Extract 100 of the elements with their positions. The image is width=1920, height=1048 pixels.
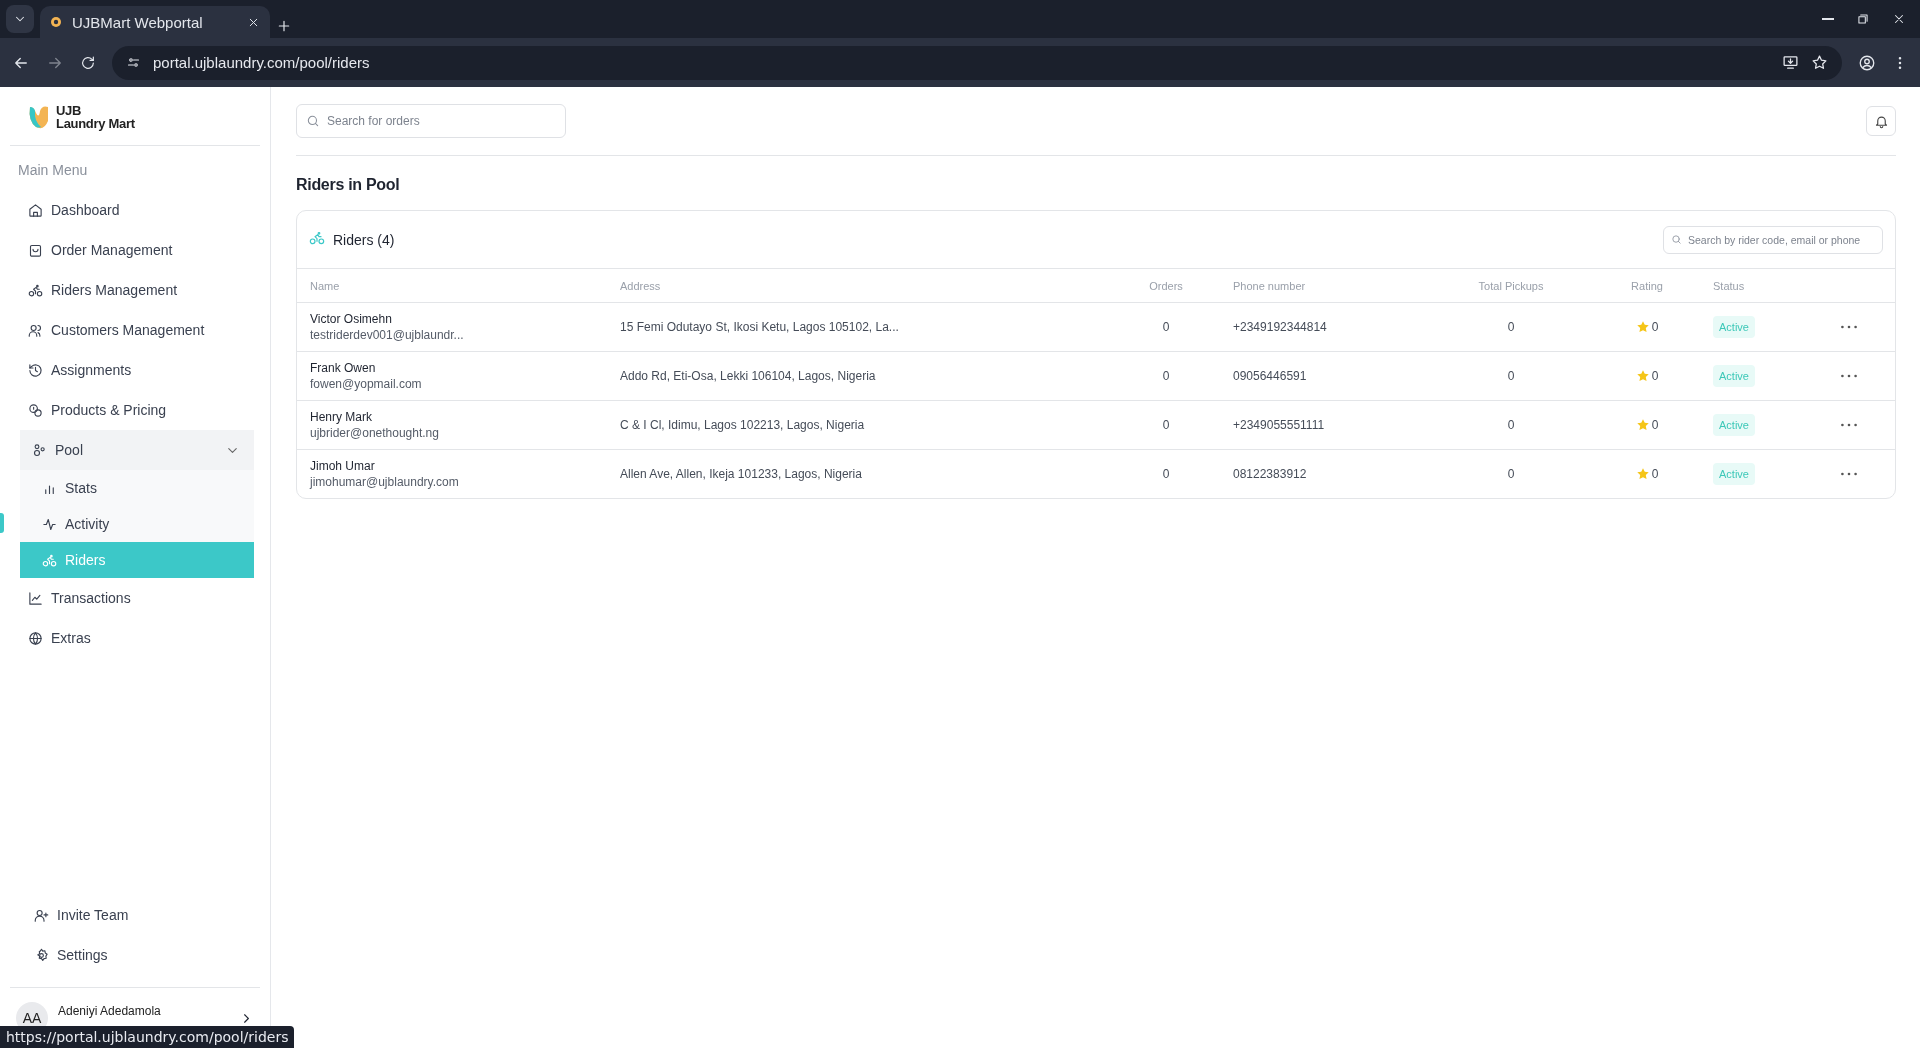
more-button[interactable] [1839,421,1859,429]
star-icon [1635,320,1650,334]
sidebar-item[interactable]: Pool [20,430,254,470]
rating-value: 0 [1651,467,1659,481]
column-header: Name [310,279,340,292]
rider-email: testriderdev001@ujblaundr... [310,328,464,342]
sidebar-subitem[interactable]: Stats [20,470,254,506]
rider-name: Henry Mark [310,410,372,424]
users-icon [28,322,43,338]
restore-icon [1856,12,1870,26]
column-header: Address [620,279,661,292]
sidebar-item[interactable]: Transactions [10,578,260,618]
sidebar-item[interactable]: Assignments [10,350,260,390]
table-cell: C & I Cl, Idimu, Lagos 102213, Lagos, Nigeria [620,418,865,432]
table-cell: 0 [1162,369,1170,383]
table-cell: +2349192344814 [1233,320,1327,334]
bicycle-icon [28,282,43,298]
tab-title: UJBMart Webportal [72,13,204,31]
pulse-icon [42,516,57,532]
column-header: Rating [1631,279,1663,292]
more-icon [1841,374,1857,378]
settings-icon [34,947,49,963]
rider-name: Jimoh Umar [310,459,375,473]
close-icon [1892,12,1906,26]
home-icon [28,202,43,218]
page-title: Riders in Pool [296,176,401,194]
bicycle-icon [42,552,57,568]
more-button[interactable] [1839,372,1859,380]
star-icon [1635,369,1650,383]
more-icon [1841,472,1857,476]
table-cell: 0 [1507,467,1515,481]
table-cell: 0 [1507,418,1515,432]
rider-email: jimohumar@ujblaundry.com [310,475,459,489]
search-field[interactable]: Search by rider code, email or phone [1663,225,1883,254]
more-icon [1841,325,1857,329]
bicycle-icon [309,229,325,246]
address-bar[interactable]: portal.ujblaundry.com/pool/riders [112,45,1842,80]
plus-icon [276,18,292,34]
rating-value: 0 [1651,369,1659,383]
table-cell: 08122383912 [1233,467,1307,481]
rider-email: fowen@yopmail.com [310,377,422,391]
bag-icon [28,242,43,258]
reload-icon [80,54,96,71]
table-cell: 0 [1507,369,1515,383]
status-badge: Active [1713,365,1755,387]
sidebar-item[interactable]: Settings [10,935,260,975]
globe-icon [28,630,43,646]
sidebar-item[interactable]: Dashboard [10,190,260,230]
status-badge: Active [1713,463,1755,485]
sidebar-item[interactable]: Customers Management [10,310,260,350]
history-icon [28,362,43,378]
column-header: Status [1713,279,1745,292]
table-cell: 15 Femi Odutayo St, Ikosi Ketu, Lagos 105102, La... [620,320,899,334]
table-cell: 0 [1162,467,1170,481]
table-cell: 09056446591 [1233,369,1307,383]
sidebar-item[interactable]: Order Management [10,230,260,270]
install-icon [1782,54,1799,71]
rider-email: ujbrider@onethought.ng [310,426,439,440]
column-header: Total Pickups [1478,279,1544,292]
active-indicator [0,513,4,533]
status-badge: Active [1713,316,1755,338]
favicon-icon [50,16,62,28]
status-badge: Active [1713,414,1755,436]
site-settings-icon [126,55,141,70]
more-icon [1841,423,1857,427]
search-icon [1671,233,1682,245]
table-cell: 0 [1162,418,1170,432]
column-header: Phone number [1233,279,1306,292]
search-icon [306,114,320,128]
sidebar-item[interactable]: Products & Pricing [10,390,260,430]
rider-name: Victor Osimehn [310,312,392,326]
sidebar-item[interactable]: Invite Team [10,895,260,935]
card-title: Riders (4) [333,231,396,248]
star-icon [1635,467,1650,481]
rider-name: Frank Owen [310,361,376,375]
coins-icon [28,402,43,418]
pool-icon [32,442,47,458]
sidebar-item[interactable]: Riders Management [10,270,260,310]
search-field[interactable]: Search for orders [296,104,566,138]
sidebar-subitem[interactable]: Activity [20,506,254,542]
star-icon [1635,418,1650,432]
link-status-tooltip: https://portal.ujblaundry.com/pool/riders [0,1026,295,1048]
more-button[interactable] [1839,323,1859,331]
sidebar-item[interactable]: Extras [10,618,260,658]
table-cell: Allen Ave, Allen, Ikeja 101233, Lagos, Nigeria [620,467,862,481]
table-cell: 0 [1162,320,1170,334]
table-cell: +2349055551111 [1233,418,1325,432]
bell-icon [1873,113,1889,129]
section-heading: Main Menu [17,161,89,180]
table-cell: 0 [1507,320,1515,334]
browser-tab[interactable]: UJBMart Webportal [40,6,270,38]
table-cell: Addo Rd, Eti-Osa, Lekki 106104, Lagos, Nigeria [620,369,876,383]
column-header: Orders [1149,279,1183,292]
profile-icon [1858,53,1876,72]
rating-value: 0 [1651,418,1659,432]
chart-line-icon [28,590,43,606]
user-plus-icon [34,907,49,923]
more-button[interactable] [1839,470,1859,478]
user-name: Adeniyi Adedamola [58,1004,162,1018]
notification-button[interactable] [1866,106,1896,136]
